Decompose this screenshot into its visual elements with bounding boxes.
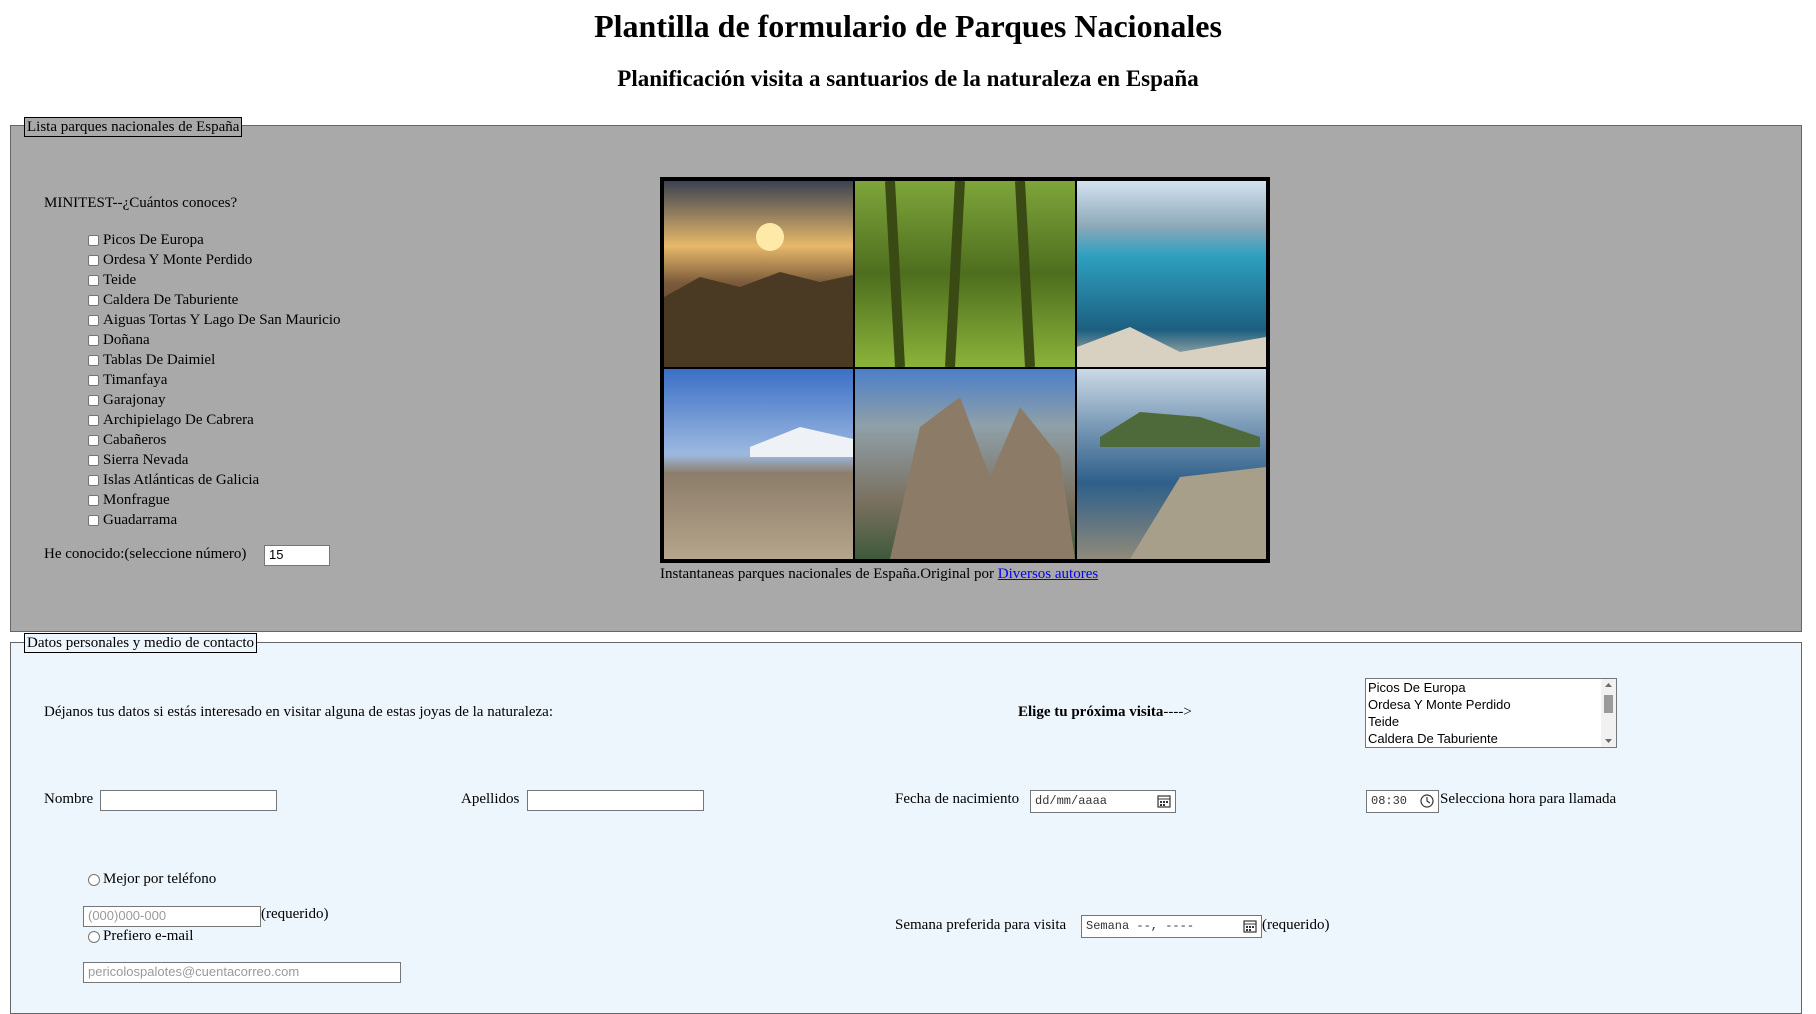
- scrollbar-arrows-icon: [1604, 683, 1613, 743]
- park-label: Teide: [103, 271, 137, 288]
- name-input[interactable]: [100, 790, 277, 811]
- park-checkbox[interactable]: [88, 234, 99, 246]
- surname-label: Apellidos: [461, 791, 520, 807]
- park-checkbox-row[interactable]: Cabañeros: [88, 431, 166, 449]
- birth-date-input[interactable]: dd/mm/aaaa: [1030, 790, 1176, 813]
- park-checkbox-row[interactable]: Teide: [88, 271, 136, 289]
- park-checkbox[interactable]: [88, 354, 99, 366]
- parks-legend: Lista parques nacionales de España: [24, 117, 243, 137]
- park-checkbox[interactable]: [88, 434, 99, 446]
- visit-option[interactable]: Ordesa Y Monte Perdido: [1366, 696, 1616, 713]
- park-label: Ordesa Y Monte Perdido: [103, 251, 253, 268]
- caption-author-link[interactable]: Diversos autores: [998, 566, 1098, 582]
- park-checkbox[interactable]: [88, 494, 99, 506]
- park-checkbox-row[interactable]: Timanfaya: [88, 371, 167, 389]
- park-checkbox-row[interactable]: Aiguas Tortas Y Lago De San Mauricio: [88, 311, 341, 329]
- visit-option[interactable]: Picos De Europa: [1366, 679, 1616, 696]
- park-checkbox[interactable]: [88, 294, 99, 306]
- clock-icon[interactable]: [1420, 794, 1434, 808]
- park-label: Tablas De Daimiel: [103, 351, 216, 368]
- park-checkbox-row[interactable]: Ordesa Y Monte Perdido: [88, 251, 252, 269]
- week-required-note: (requerido): [1262, 917, 1330, 933]
- visit-option[interactable]: Caldera De Taburiente: [1366, 730, 1616, 747]
- park-label: Archipielago De Cabrera: [103, 411, 254, 428]
- call-time-label: Selecciona hora para llamada: [1440, 791, 1617, 807]
- email-radio[interactable]: [88, 930, 100, 943]
- park-checkbox[interactable]: [88, 254, 99, 266]
- park-label: Aiguas Tortas Y Lago De San Mauricio: [103, 311, 341, 328]
- park-checkbox[interactable]: [88, 474, 99, 486]
- park-checkbox-row[interactable]: Doñana: [88, 331, 150, 349]
- birth-label: Fecha de nacimiento: [895, 791, 1020, 807]
- park-checkbox[interactable]: [88, 394, 99, 406]
- contact-intro: Déjanos tus datos si estás interesado en…: [44, 704, 554, 720]
- park-checkbox[interactable]: [88, 314, 99, 326]
- parks-photo-collage: [660, 177, 1270, 563]
- phone-input[interactable]: (000)000-000: [83, 906, 261, 927]
- park-label: Cabañeros: [103, 431, 167, 448]
- park-checkbox-row[interactable]: Tablas De Daimiel: [88, 351, 215, 369]
- page-subtitle: Planificación visita a santuarios de la …: [617, 66, 1199, 91]
- email-input[interactable]: pericolospalotes@cuentacorreo.com: [83, 962, 401, 983]
- phone-required-note: (requerido): [261, 906, 329, 922]
- park-checkbox-row[interactable]: Islas Atlánticas de Galicia: [88, 471, 259, 489]
- visit-options: Picos De Europa Ordesa Y Monte Perdido Tei…: [1366, 679, 1616, 747]
- park-label: Picos De Europa: [103, 231, 204, 248]
- contact-legend: Datos personales y medio de contacto: [24, 633, 258, 653]
- park-checkbox[interactable]: [88, 414, 99, 426]
- email-radio-row[interactable]: Prefiero e-mail: [88, 928, 193, 945]
- phone-radio[interactable]: [88, 873, 100, 886]
- surname-input[interactable]: [527, 790, 704, 811]
- known-count-label: He conocido:(seleccione número): [44, 546, 247, 562]
- park-label: Garajonay: [103, 391, 166, 408]
- park-label: Caldera De Taburiente: [103, 291, 239, 308]
- page-title: Plantilla de formulario de Parques Nacio…: [594, 8, 1222, 44]
- park-checkbox-row[interactable]: Guadarrama: [88, 511, 177, 529]
- park-label: Guadarrama: [103, 511, 178, 528]
- park-checkbox-row[interactable]: Picos De Europa: [88, 231, 204, 249]
- park-checkbox[interactable]: [88, 334, 99, 346]
- week-label: Semana preferida para visita: [895, 917, 1067, 933]
- visit-select-list[interactable]: Picos De Europa Ordesa Y Monte Perdido Tei…: [1365, 678, 1617, 748]
- phone-radio-row[interactable]: Mejor por teléfono: [88, 871, 216, 888]
- collage-svg: [664, 180, 1266, 559]
- calendar-icon[interactable]: [1243, 919, 1257, 933]
- park-label: Monfrague: [103, 491, 170, 508]
- listbox-scrollbar[interactable]: [1601, 679, 1616, 747]
- park-checkbox[interactable]: [88, 374, 99, 386]
- park-label: Sierra Nevada: [103, 451, 189, 468]
- name-label: Nombre: [44, 791, 94, 807]
- park-label: Timanfaya: [103, 371, 168, 388]
- quiz-label: MINITEST--¿Cuántos conoces?: [44, 195, 238, 211]
- call-time-input[interactable]: 08:30: [1366, 790, 1439, 813]
- park-label: Islas Atlánticas de Galicia: [103, 471, 260, 488]
- park-checkbox-row[interactable]: Garajonay: [88, 391, 165, 409]
- collage-caption: Instantaneas parques nacionales de Españ…: [660, 566, 1099, 582]
- park-checkbox-row[interactable]: Sierra Nevada: [88, 451, 188, 469]
- park-checkbox-row[interactable]: Monfrague: [88, 491, 170, 509]
- known-count-input[interactable]: 15: [264, 545, 330, 566]
- park-checkbox[interactable]: [88, 274, 99, 286]
- choose-visit-label: Elige tu próxima visita---->: [1018, 704, 1192, 720]
- calendar-icon[interactable]: [1157, 794, 1171, 808]
- visit-option[interactable]: Teide: [1366, 713, 1616, 730]
- park-checkbox-row[interactable]: Caldera De Taburiente: [88, 291, 238, 309]
- park-checkbox-row[interactable]: Archipielago De Cabrera: [88, 411, 254, 429]
- week-input[interactable]: Semana --, ----: [1081, 915, 1262, 938]
- park-checkbox[interactable]: [88, 514, 99, 526]
- park-label: Doñana: [103, 331, 150, 348]
- park-checkbox[interactable]: [88, 454, 99, 466]
